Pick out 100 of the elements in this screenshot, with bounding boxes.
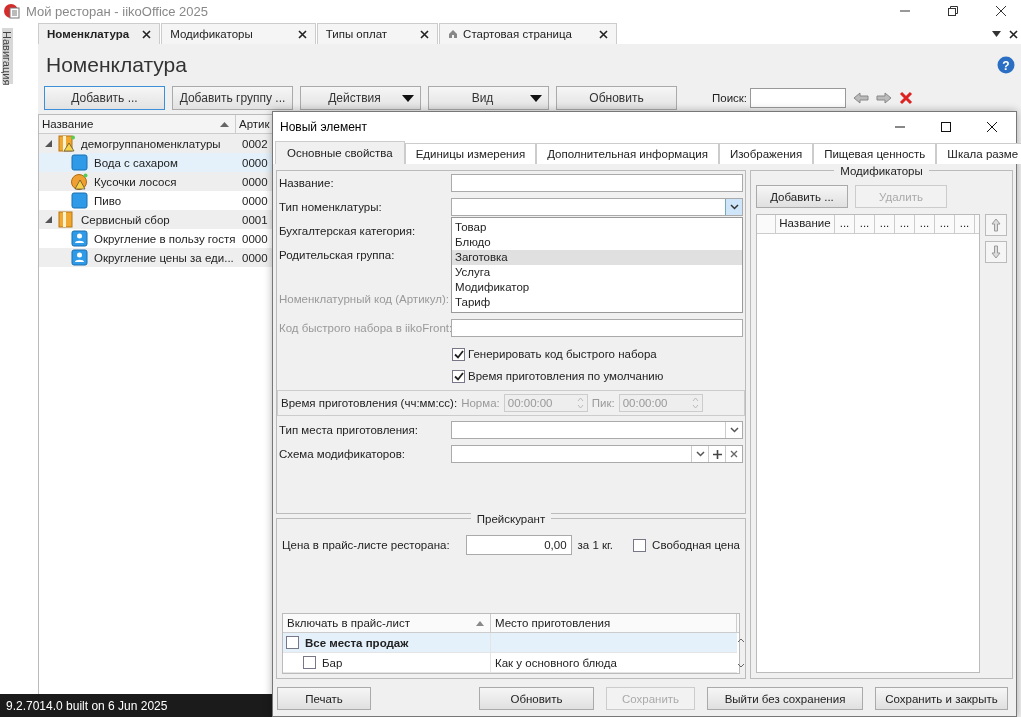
expanded-triangle-icon[interactable] <box>45 140 52 147</box>
item-icon <box>71 154 88 171</box>
close-icon[interactable] <box>1009 29 1018 39</box>
field-label: Название: <box>279 176 335 189</box>
unit-label: за 1 кг. <box>577 539 614 551</box>
tree-row[interactable]: Вода с сахаром 0000 <box>39 153 275 172</box>
dialog-button[interactable]: Выйти без сохранения <box>707 687 863 710</box>
close-tab-icon[interactable] <box>142 29 152 39</box>
text-field[interactable] <box>451 174 743 192</box>
dropdown-option[interactable]: Товар <box>452 220 742 235</box>
close-icon[interactable] <box>995 5 1007 17</box>
checkbox[interactable] <box>452 369 465 383</box>
column-header[interactable]: Название <box>39 115 236 133</box>
dialog-tab[interactable]: Дополнительная информация <box>536 143 719 164</box>
column-header[interactable]: ... <box>955 215 975 233</box>
search-field[interactable] <box>750 88 847 108</box>
checkbox[interactable] <box>452 347 465 361</box>
toolbar-button[interactable]: Обновить <box>556 86 677 110</box>
text-field[interactable] <box>451 319 743 337</box>
checkbox-label: Время приготовления по умолчанию <box>468 370 664 382</box>
column-header[interactable]: ... <box>915 215 935 233</box>
clear-icon[interactable] <box>899 91 914 105</box>
toolbar-button[interactable]: Добавить группу ... <box>172 86 293 110</box>
dialog-button[interactable]: Обновить <box>479 687 594 710</box>
scroll-down-icon[interactable] <box>737 663 745 668</box>
expanded-triangle-icon[interactable] <box>45 216 52 223</box>
column-header[interactable]: Артик <box>236 115 273 133</box>
dropdown-option[interactable]: Услуга <box>452 265 742 280</box>
dropdown-field[interactable] <box>451 445 743 463</box>
maximize-icon[interactable] <box>940 121 952 133</box>
dialog-button[interactable]: Печать <box>277 687 371 710</box>
tree-row[interactable]: Округление в пользу гостя 0000 <box>39 229 275 248</box>
arrow-left-icon[interactable] <box>853 92 870 104</box>
column-header[interactable]: Место приготовления <box>491 614 737 632</box>
page-heading: Номенклатура <box>46 53 188 77</box>
dropdown-option[interactable]: Модификатор <box>452 280 742 295</box>
dialog-button[interactable]: Сохранить и закрыть <box>875 687 1008 710</box>
add-modifier-button[interactable]: Добавить ... <box>756 185 848 208</box>
move-down-button[interactable] <box>985 241 1007 263</box>
item-code: 0002 <box>242 137 268 150</box>
clear-icon[interactable] <box>730 450 738 458</box>
tree-row[interactable]: демогруппаноменклатуры 0002 <box>39 134 275 153</box>
close-tab-icon[interactable] <box>599 29 608 39</box>
price-label: Цена в прайс-листе ресторана: <box>282 539 450 551</box>
help-icon[interactable]: ? <box>997 56 1015 74</box>
sort-arrow-icon <box>220 121 229 127</box>
document-tab[interactable]: Типы оплат <box>316 23 439 44</box>
toolbar-button[interactable]: Добавить ... <box>44 86 165 110</box>
item-warning-icon <box>71 173 88 190</box>
chevron-down-icon <box>729 427 739 433</box>
restore-icon[interactable] <box>947 5 959 17</box>
field-label: Код быстрого набора в iikoFront: <box>279 321 451 334</box>
dialog-tab[interactable]: Единицы измерения <box>404 143 537 164</box>
item-code: 0000 <box>242 156 268 169</box>
dialog-tab[interactable]: Пищевая ценность <box>813 143 937 164</box>
item-name: демогруппаноменклатуры <box>81 137 221 150</box>
column-header[interactable]: ... <box>895 215 915 233</box>
column-header[interactable]: ... <box>875 215 895 233</box>
item-name: Округление цены за еди... <box>94 251 234 264</box>
price-field[interactable]: 0,00 <box>465 535 572 555</box>
document-tab[interactable]: Модификаторы <box>161 23 316 44</box>
person-icon <box>71 230 88 247</box>
column-header[interactable]: ... <box>835 215 855 233</box>
dropdown-field[interactable] <box>451 421 743 439</box>
move-up-button[interactable] <box>985 214 1007 236</box>
tree-row[interactable]: Округление цены за еди... 0000 <box>39 248 275 267</box>
close-tab-icon[interactable] <box>420 29 430 39</box>
checkbox[interactable] <box>303 656 316 669</box>
toolbar-button[interactable]: Действия <box>300 86 421 110</box>
toolbar-button[interactable]: Вид <box>428 86 549 110</box>
dialog-tab[interactable]: Изображения <box>718 143 814 164</box>
tree-row[interactable]: Кусочки лосося 0000 <box>39 172 275 191</box>
close-icon[interactable] <box>986 121 998 133</box>
tree-row[interactable]: Пиво 0000 <box>39 191 275 210</box>
dropdown-option[interactable]: Блюдо <box>452 235 742 250</box>
column-header[interactable]: ... <box>855 215 875 233</box>
navigation-tab[interactable]: Навигация <box>2 28 13 84</box>
arrow-right-icon[interactable] <box>876 92 893 104</box>
plus-icon[interactable] <box>712 449 722 459</box>
caret-icon <box>530 94 542 102</box>
tab-list-caret-icon[interactable] <box>992 31 1001 37</box>
dialog-tab[interactable]: Шкала разме <box>936 143 1021 164</box>
norm-label: Норма: <box>461 397 500 409</box>
dropdown-option[interactable]: Заготовка <box>452 250 742 265</box>
tree-row[interactable]: Сервисный сбор 0001 <box>39 210 275 229</box>
close-tab-icon[interactable] <box>297 29 307 39</box>
field-label: Тип номенклатуры: <box>279 200 383 213</box>
person-icon <box>71 249 88 266</box>
checkbox[interactable] <box>286 636 299 649</box>
dialog-tab[interactable]: Основные свойства <box>275 141 405 164</box>
column-header[interactable]: Включать в прайс-лист <box>283 614 491 632</box>
document-tab[interactable]: Стартовая страница <box>439 23 617 44</box>
chevron-down-icon <box>729 204 739 210</box>
column-header[interactable]: ... <box>935 215 955 233</box>
dropdown-option[interactable]: Тариф <box>452 295 742 310</box>
checkbox[interactable] <box>633 538 647 552</box>
column-header[interactable]: Название <box>776 215 835 233</box>
scroll-up-icon[interactable] <box>737 638 745 643</box>
item-name: Пиво <box>94 194 122 207</box>
document-tab[interactable]: Номенклатура <box>38 23 161 44</box>
